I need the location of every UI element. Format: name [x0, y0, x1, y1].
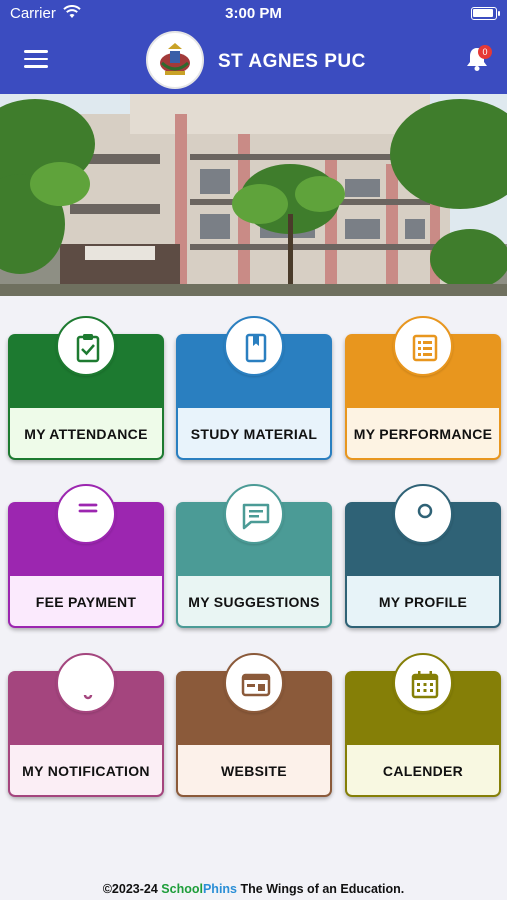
tile-label: MY NOTIFICATION — [22, 763, 150, 779]
user-icon — [393, 484, 453, 544]
tile-label: MY ATTENDANCE — [24, 426, 148, 442]
bell-icon — [56, 653, 116, 713]
tile-website[interactable]: WEBSITE — [176, 653, 332, 797]
browser-window-icon — [224, 653, 284, 713]
book-icon — [224, 316, 284, 376]
footer-copyright: ©2023-24 — [102, 882, 158, 896]
report-card-icon — [393, 316, 453, 376]
tile-label: CALENDER — [382, 763, 464, 779]
tile-label: FEE PAYMENT — [35, 594, 137, 610]
tile-label: STUDY MATERIAL — [190, 426, 318, 442]
tile-my-profile[interactable]: MY PROFILE — [345, 484, 501, 628]
footer-brand-phins: Phins — [202, 882, 238, 896]
hamburger-menu-button[interactable] — [24, 50, 48, 70]
footer-text: ©2023-24 SchoolPhins The Wings of an Edu… — [0, 882, 507, 896]
tile-my-attendance[interactable]: MY ATTENDANCE — [8, 316, 164, 460]
tile-study-material[interactable]: STUDY MATERIAL — [176, 316, 332, 460]
calendar-icon — [393, 653, 453, 713]
status-bar: Carrier 3:00 PM — [0, 0, 507, 28]
tile-my-performance[interactable]: MY PERFORMANCE — [345, 316, 501, 460]
rupee-icon — [56, 484, 116, 544]
chat-message-icon — [224, 484, 284, 544]
tile-label: MY PERFORMANCE — [353, 426, 493, 442]
footer-brand-school: School — [161, 882, 203, 896]
school-logo — [146, 31, 204, 89]
footer-tagline: The Wings of an Education. — [240, 882, 405, 896]
tile-my-suggestions[interactable]: MY SUGGESTIONS — [176, 484, 332, 628]
app-header: ST AGNES PUC 0 — [0, 28, 507, 94]
school-building-banner — [0, 94, 507, 296]
notification-count-badge: 0 — [478, 45, 492, 59]
clipboard-check-icon — [56, 316, 116, 376]
tile-label: MY PROFILE — [378, 594, 468, 610]
tile-fee-payment[interactable]: FEE PAYMENT — [8, 484, 164, 628]
page-title: ST AGNES PUC — [218, 51, 366, 72]
tile-my-notification[interactable]: MY NOTIFICATION — [8, 653, 164, 797]
tile-calender[interactable]: CALENDER — [345, 653, 501, 797]
battery-icon — [471, 7, 500, 20]
tile-label: MY SUGGESTIONS — [188, 594, 320, 610]
tile-label: WEBSITE — [221, 763, 287, 779]
clock-time: 3:00 PM — [225, 5, 282, 22]
